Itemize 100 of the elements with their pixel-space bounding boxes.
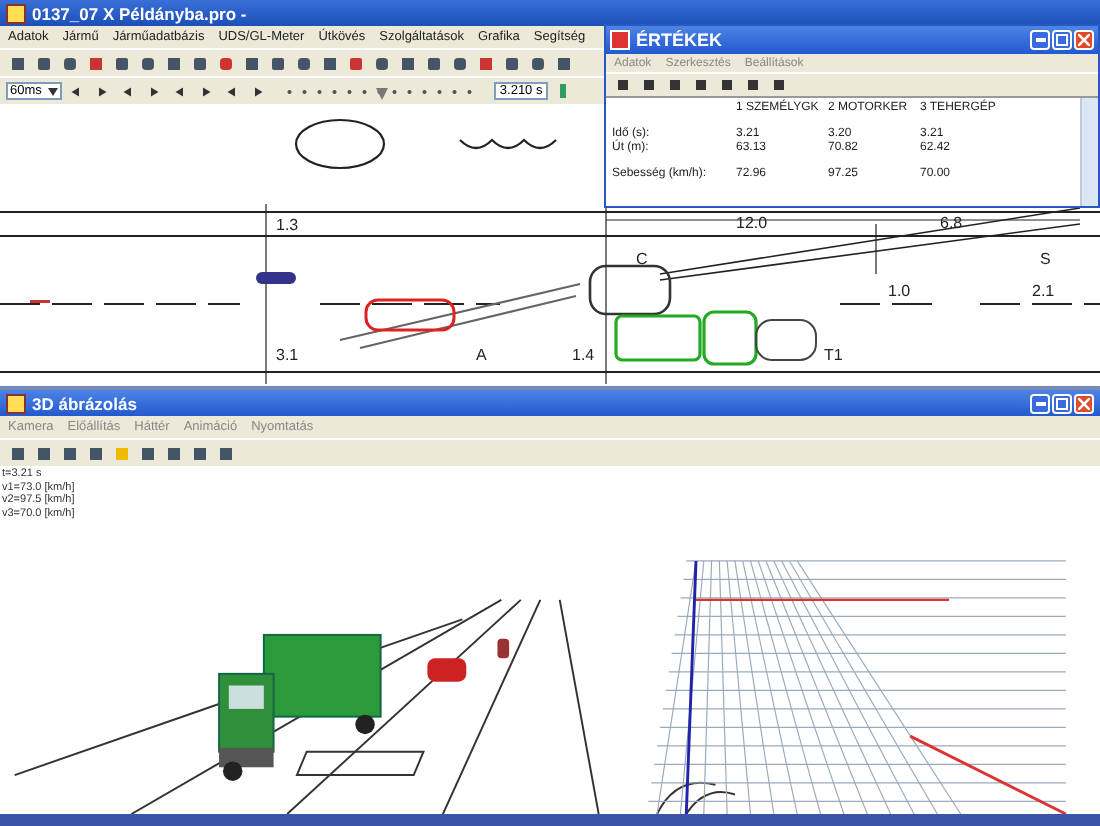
square-icon <box>451 55 467 71</box>
close-button[interactable] <box>1074 393 1094 413</box>
maximize-button[interactable] <box>1052 393 1072 413</box>
dimension-label: 3.1 <box>276 346 299 364</box>
toolbar-button[interactable] <box>370 52 392 74</box>
square-icon <box>477 55 493 71</box>
window-title: 0137_07 X Példányba.pro - <box>32 3 247 23</box>
minimize-button[interactable] <box>1030 393 1050 413</box>
app-icon <box>6 3 26 23</box>
square-icon <box>35 55 51 71</box>
square-icon <box>269 55 285 71</box>
toolbar-button[interactable] <box>136 52 158 74</box>
square-icon <box>774 80 784 90</box>
square-icon <box>347 55 363 71</box>
close-button[interactable] <box>1074 30 1094 50</box>
toolbar-button[interactable] <box>552 52 574 74</box>
left-triangle-icon <box>70 85 83 97</box>
minimize-icon <box>1035 38 1045 42</box>
left-triangle-icon <box>122 85 135 97</box>
square-icon <box>141 447 153 459</box>
left-triangle-icon <box>226 85 239 97</box>
toolbar-button[interactable] <box>214 442 236 464</box>
square-icon <box>139 55 155 71</box>
toolbar-button[interactable] <box>240 52 262 74</box>
toolbar-button[interactable] <box>768 74 790 96</box>
square-icon <box>618 80 628 90</box>
app-icon <box>6 393 26 413</box>
square-icon <box>503 55 519 71</box>
right-triangle-icon <box>148 85 161 97</box>
square-icon <box>89 447 101 459</box>
toolbar-button[interactable] <box>448 52 470 74</box>
toolbar-button[interactable] <box>716 74 738 96</box>
square-icon <box>217 55 233 71</box>
toolbar-button[interactable] <box>188 442 210 464</box>
toolbar-button[interactable] <box>58 52 80 74</box>
app-icon <box>610 30 630 50</box>
window-title: ÉRTÉKEK <box>636 30 725 50</box>
square-icon <box>295 55 311 71</box>
toolbar-button[interactable] <box>526 52 548 74</box>
toolbar-button[interactable] <box>84 442 106 464</box>
square-icon <box>193 447 205 459</box>
maximize-button[interactable] <box>1052 30 1072 50</box>
toolbar-button[interactable] <box>162 52 184 74</box>
right-triangle-icon <box>96 85 109 97</box>
toolbar-button[interactable] <box>188 52 210 74</box>
square-icon <box>555 55 571 71</box>
toolbar-button[interactable] <box>664 74 686 96</box>
square-icon <box>722 80 732 90</box>
toolbar-button[interactable] <box>58 442 80 464</box>
left-triangle-icon <box>174 85 187 97</box>
square-icon <box>165 55 181 71</box>
square-icon <box>61 55 77 71</box>
dimension-label: 1.0 <box>888 282 911 300</box>
square-icon <box>373 55 389 71</box>
close-icon <box>1078 397 1090 409</box>
dimension-label: 1.3 <box>276 216 299 234</box>
toolbar-button[interactable] <box>638 74 660 96</box>
toolbar-button[interactable] <box>266 52 288 74</box>
square-icon <box>191 55 207 71</box>
minimize-icon <box>1035 401 1045 405</box>
toolbar-button[interactable] <box>396 52 418 74</box>
square-icon <box>63 447 75 459</box>
square-icon <box>696 80 706 90</box>
toolbar-button[interactable] <box>32 52 54 74</box>
square-icon <box>670 80 680 90</box>
dimension-label: 6.8 <box>940 214 963 232</box>
window-title: 3D ábrázolás <box>32 393 139 413</box>
square-icon <box>321 55 337 71</box>
slider-thumb[interactable] <box>375 87 388 99</box>
square-icon <box>425 55 441 71</box>
toolbar-button[interactable] <box>500 52 522 74</box>
square-icon <box>748 80 758 90</box>
bar-icon <box>560 84 567 98</box>
square-icon <box>399 55 415 71</box>
toolbar-button[interactable] <box>6 442 28 464</box>
minimize-button[interactable] <box>1030 30 1050 50</box>
toolbar-button[interactable] <box>136 442 158 464</box>
toolbar-button[interactable] <box>690 74 712 96</box>
dimension-label: T1 <box>824 346 843 364</box>
dimension-label: 2.1 <box>1032 282 1055 300</box>
right-triangle-icon <box>200 85 213 97</box>
toolbar-button[interactable] <box>318 52 340 74</box>
toolbar-button[interactable] <box>742 74 764 96</box>
square-icon <box>115 447 127 459</box>
square-icon <box>11 447 23 459</box>
toolbar-button[interactable] <box>110 52 132 74</box>
square-icon <box>87 55 103 71</box>
toolbar-button[interactable] <box>292 52 314 74</box>
toolbar-button[interactable] <box>32 442 54 464</box>
toolbar-button[interactable] <box>612 74 634 96</box>
square-icon <box>113 55 129 71</box>
square-icon <box>37 447 49 459</box>
scrollbar[interactable] <box>1080 98 1098 206</box>
dimension-label: S <box>1040 250 1051 268</box>
close-icon <box>1078 34 1090 46</box>
caret-icon <box>47 87 58 95</box>
toolbar-button[interactable] <box>6 52 28 74</box>
toolbar-button[interactable] <box>162 442 184 464</box>
dimension-label: A <box>476 346 487 364</box>
toolbar-button[interactable] <box>422 52 444 74</box>
